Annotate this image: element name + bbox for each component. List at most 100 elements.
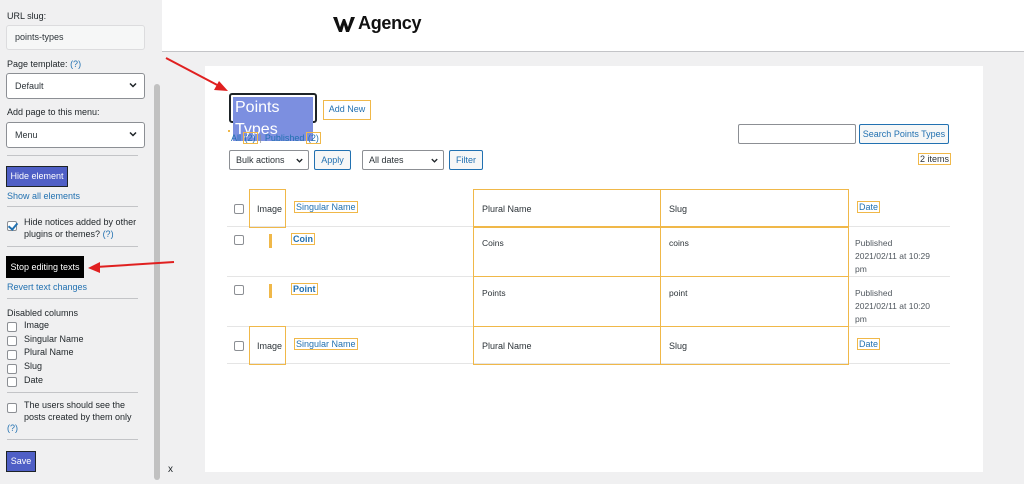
revert-text-changes-link[interactable]: Revert text changes	[7, 282, 87, 292]
users-own-posts-help-link[interactable]: (?)	[7, 423, 18, 433]
chevron-down-icon	[129, 82, 137, 88]
column-option-date: Date	[24, 375, 44, 385]
page-title-editing[interactable]: Points Types	[229, 93, 317, 141]
row-plural-cell[interactable]: Points	[473, 276, 661, 327]
apply-button[interactable]: Apply	[314, 150, 351, 170]
disable-column-plural-checkbox[interactable]	[7, 350, 17, 360]
disable-column-slug-checkbox[interactable]	[7, 364, 17, 374]
menu-value: Menu	[15, 130, 38, 140]
row-slug-cell[interactable]: coins	[660, 226, 849, 277]
column-option-image: Image	[24, 320, 50, 330]
show-all-elements-link[interactable]: Show all elements	[7, 191, 80, 201]
chevron-down-icon	[296, 158, 303, 163]
highlight-marker	[228, 130, 230, 132]
date-filter-select[interactable]: All dates	[362, 150, 444, 170]
save-button[interactable]: Save	[6, 451, 36, 472]
posts-list-panel: Points Types Add New All (2) | Published (…	[205, 66, 983, 472]
table-row: Coin Coins coins Published 2021/02/11 at…	[227, 226, 950, 277]
bulk-actions-select[interactable]: Bulk actions	[229, 150, 309, 170]
status-filter-links: All (2) | Published (2)	[231, 132, 321, 144]
search-input[interactable]	[738, 124, 856, 144]
select-all-checkbox-footer[interactable]	[234, 341, 244, 351]
row-image-placeholder	[269, 284, 272, 298]
column-footer-singular[interactable]: Singular Name	[294, 338, 358, 350]
users-own-posts-text: The users should see the posts created b…	[24, 400, 132, 422]
table-header-row: Image Singular Name Plural Name Slug Dat…	[227, 189, 950, 228]
column-option-plural: Plural Name	[24, 347, 74, 357]
row-plural-value: Points	[482, 288, 506, 298]
divider	[7, 155, 138, 156]
row-slug-cell[interactable]: point	[660, 276, 849, 327]
column-footer-image-label: Image	[257, 341, 283, 351]
filter-button[interactable]: Filter	[449, 150, 483, 170]
divider	[7, 298, 138, 299]
filter-all-count: (2)	[242, 132, 258, 144]
column-footer-image[interactable]: Image	[249, 326, 286, 365]
disable-column-singular-checkbox[interactable]	[7, 336, 17, 346]
row-title-link[interactable]: Point	[291, 283, 318, 295]
divider	[7, 246, 138, 247]
divider	[7, 206, 138, 207]
add-new-button[interactable]: Add New	[323, 100, 371, 120]
page-template-label: Page template: (?)	[7, 59, 82, 69]
column-header-slug-label: Slug	[669, 204, 688, 214]
column-footer-slug-label: Slug	[669, 341, 688, 351]
row-date: Published 2021/02/11 at 10:20 pm	[855, 288, 930, 324]
close-sidebar-button[interactable]: x	[168, 464, 173, 475]
row-plural-cell[interactable]: Coins	[473, 226, 661, 277]
page-template-help-link[interactable]: (?)	[70, 59, 81, 69]
agency-logo-icon	[333, 16, 355, 32]
column-footer-plural-label: Plural Name	[482, 341, 532, 351]
items-count: 2 items	[917, 153, 952, 165]
select-all-checkbox[interactable]	[234, 204, 244, 214]
chevron-down-icon	[431, 158, 438, 163]
menu-select[interactable]: Menu	[6, 122, 145, 148]
site-logo[interactable]: Agency	[333, 13, 422, 34]
editor-sidebar: URL slug: points-types Page template: (?…	[0, 0, 162, 484]
page-template-value: Default	[15, 81, 44, 91]
row-checkbox[interactable]	[234, 235, 244, 245]
sidebar-scrollbar-thumb[interactable]	[154, 84, 160, 480]
row-checkbox[interactable]	[234, 285, 244, 295]
divider	[7, 439, 138, 440]
column-header-date[interactable]: Date	[856, 201, 881, 213]
row-slug-value: coins	[669, 238, 689, 248]
column-footer-date[interactable]: Date	[856, 338, 881, 350]
row-slug-value: point	[669, 288, 688, 298]
divider	[7, 392, 138, 393]
search-button[interactable]: Search Points Types	[859, 124, 949, 144]
column-header-plural[interactable]: Plural Name	[473, 189, 661, 228]
row-title-link[interactable]: Coin	[291, 233, 315, 245]
column-header-plural-label: Plural Name	[482, 204, 532, 214]
column-header-image[interactable]: Image	[249, 189, 286, 228]
stop-editing-texts-button[interactable]: Stop editing texts	[6, 256, 84, 278]
disable-column-date-checkbox[interactable]	[7, 377, 17, 387]
row-image-placeholder	[269, 234, 272, 248]
site-logo-text: Agency	[358, 13, 422, 33]
bulk-actions-value: Bulk actions	[236, 155, 285, 165]
hide-notices-checkbox[interactable]	[7, 221, 17, 231]
column-footer-slug[interactable]: Slug	[660, 326, 849, 365]
add-to-menu-label: Add page to this menu:	[7, 107, 100, 117]
hide-element-button[interactable]: Hide element	[6, 166, 68, 187]
chevron-down-icon	[129, 131, 137, 137]
column-footer-plural[interactable]: Plural Name	[473, 326, 661, 365]
filter-separator: |	[259, 133, 262, 143]
hide-notices-text: Hide notices added by other plugins or t…	[24, 217, 137, 239]
hide-notices-help-link[interactable]: (?)	[103, 229, 114, 239]
filter-all-link[interactable]: All	[231, 133, 241, 143]
row-date: Published 2021/02/11 at 10:29 pm	[855, 238, 930, 274]
column-option-singular: Singular Name	[24, 334, 84, 344]
disable-column-image-checkbox[interactable]	[7, 322, 17, 332]
column-header-slug[interactable]: Slug	[660, 189, 849, 228]
users-own-posts-checkbox[interactable]	[7, 403, 17, 413]
site-header	[162, 0, 1024, 52]
table-footer-row: Image Singular Name Plural Name Slug Dat…	[227, 326, 950, 365]
disabled-columns-label: Disabled columns	[7, 308, 79, 318]
column-header-singular[interactable]: Singular Name	[294, 201, 358, 213]
url-slug-label: URL slug:	[7, 11, 47, 21]
filter-published-count: (2)	[305, 132, 321, 144]
page-template-select[interactable]: Default	[6, 73, 145, 99]
url-slug-input[interactable]: points-types	[6, 25, 145, 50]
filter-published-link[interactable]: Published	[265, 133, 305, 143]
